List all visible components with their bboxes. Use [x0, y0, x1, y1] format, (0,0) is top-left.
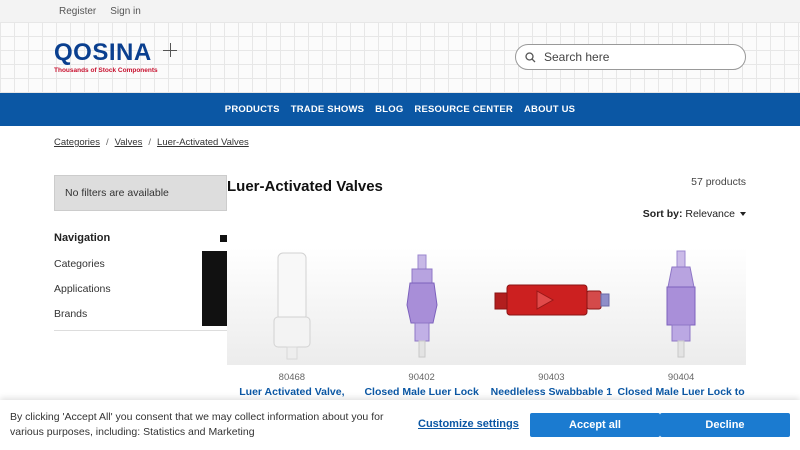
- nav-about-us[interactable]: ABOUT US: [524, 104, 575, 115]
- sort-label: Sort by:: [642, 208, 683, 220]
- product-name[interactable]: Closed Male Luer Lock to: [616, 386, 746, 398]
- site-header: QOSINA Thousands of Stock Components: [0, 22, 800, 93]
- product-number: 80468: [278, 372, 306, 383]
- search-icon: [516, 51, 544, 63]
- breadcrumb-categories[interactable]: Categories: [54, 137, 100, 148]
- sidebar-divider: [54, 330, 227, 331]
- main-nav: PRODUCTS TRADE SHOWS BLOG RESOURCE CENTE…: [0, 93, 800, 126]
- breadcrumb: Categories / Valves / Luer-Activated Val…: [54, 137, 249, 148]
- register-link[interactable]: Register: [59, 6, 96, 17]
- product-name[interactable]: Luer Activated Valve,: [227, 386, 357, 398]
- product-image[interactable]: [616, 247, 746, 365]
- sort-dropdown[interactable]: Sort by: Relevance: [600, 208, 746, 220]
- breadcrumb-luer-activated-valves[interactable]: Luer-Activated Valves: [157, 137, 249, 148]
- product-number: 90403: [538, 372, 565, 383]
- search-box[interactable]: [515, 44, 746, 70]
- top-utility-bar: Register Sign in: [0, 0, 800, 22]
- search-input[interactable]: [544, 50, 734, 64]
- product-card[interactable]: 90403 Needleless Swabbable 1: [486, 247, 617, 398]
- sort-value: Relevance: [685, 208, 735, 220]
- breadcrumb-valves[interactable]: Valves: [115, 137, 143, 148]
- product-card[interactable]: 90402 Closed Male Luer Lock: [356, 247, 487, 398]
- product-image[interactable]: [486, 247, 617, 365]
- collapse-square-icon[interactable]: [220, 235, 227, 242]
- sidebar-scroll-block: [202, 251, 227, 326]
- page-title: Luer-Activated Valves: [227, 178, 383, 195]
- nav-blog[interactable]: BLOG: [375, 104, 403, 115]
- product-image[interactable]: [356, 247, 487, 365]
- nav-trade-shows[interactable]: TRADE SHOWS: [291, 104, 364, 115]
- breadcrumb-separator: /: [105, 137, 109, 148]
- nav-products[interactable]: PRODUCTS: [225, 104, 280, 115]
- customize-settings-link[interactable]: Customize settings: [418, 418, 519, 430]
- decline-button[interactable]: Decline: [660, 413, 790, 437]
- cookie-banner: By clicking 'Accept All' you consent tha…: [0, 400, 800, 450]
- qosina-logo[interactable]: QOSINA Thousands of Stock Components: [54, 39, 177, 74]
- crosshair-icon: [163, 43, 177, 57]
- product-count: 57 products: [691, 176, 746, 188]
- signin-link[interactable]: Sign in: [110, 6, 141, 17]
- product-image[interactable]: [227, 247, 357, 365]
- breadcrumb-separator: /: [148, 137, 152, 148]
- nav-resource-center[interactable]: RESOURCE CENTER: [414, 104, 513, 115]
- product-card[interactable]: 80468 Luer Activated Valve,: [227, 247, 357, 398]
- chevron-down-icon: [740, 212, 746, 217]
- product-number: 90404: [667, 372, 695, 383]
- navigation-heading[interactable]: Navigation: [54, 232, 227, 244]
- product-grid: 80468 Luer Activated Valve, 90402 Closed…: [227, 247, 746, 398]
- product-name[interactable]: Closed Male Luer Lock: [357, 386, 487, 398]
- product-name[interactable]: Needleless Swabbable 1: [487, 386, 617, 398]
- accept-all-button[interactable]: Accept all: [530, 413, 660, 437]
- filters-box: No filters are available: [54, 175, 227, 211]
- logo-wordmark: QOSINA: [54, 39, 152, 66]
- logo-tagline: Thousands of Stock Components: [54, 67, 158, 74]
- product-card[interactable]: 90404 Closed Male Luer Lock to: [616, 247, 746, 398]
- product-number: 90402: [408, 372, 435, 383]
- cookie-consent-text: By clicking 'Accept All' you consent tha…: [10, 411, 384, 438]
